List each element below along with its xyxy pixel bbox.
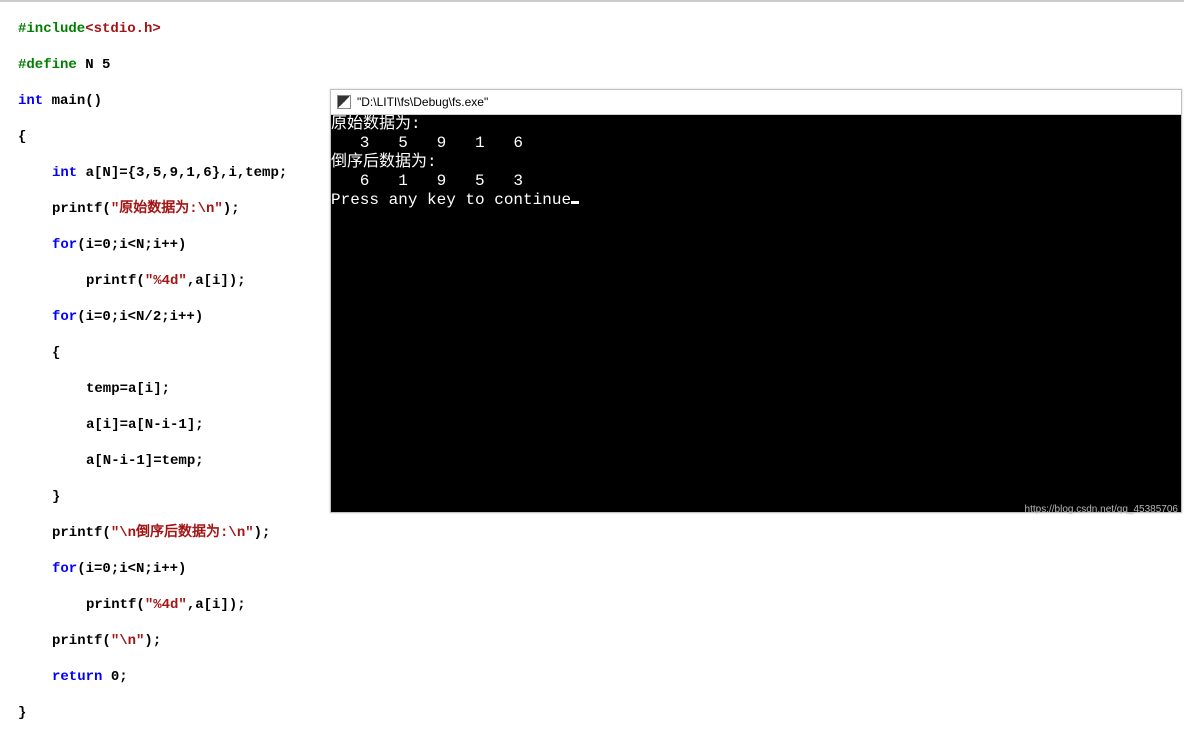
string: "%4d" <box>145 273 187 289</box>
keyword: return <box>52 669 102 685</box>
console-line: 3 5 9 1 6 <box>331 134 523 152</box>
keyword: for <box>52 309 77 325</box>
console-window[interactable]: "D:\LITI\fs\Debug\fs.exe" 原始数据为: 3 5 9 1… <box>330 89 1182 513</box>
keyword: for <box>52 561 77 577</box>
console-line: 倒序后数据为: <box>331 153 437 171</box>
string: "%4d" <box>145 597 187 613</box>
code-line: #include<stdio.h> <box>18 20 1184 38</box>
console-app-icon <box>337 95 351 109</box>
string: "\n" <box>111 633 145 649</box>
cursor-icon <box>571 201 579 204</box>
code-line: for(i=0;i<N;i++) <box>18 560 1184 578</box>
console-title: "D:\LITI\fs\Debug\fs.exe" <box>357 95 488 109</box>
keyword: for <box>52 237 77 253</box>
string: "原始数据为:\n" <box>111 201 223 217</box>
keyword: int <box>52 165 77 181</box>
watermark: https://blog.csdn.net/qq_45385706 <box>1025 504 1178 515</box>
code-line: #define N 5 <box>18 56 1184 74</box>
code-line: printf("\n倒序后数据为:\n"); <box>18 524 1184 542</box>
console-output[interactable]: 原始数据为: 3 5 9 1 6 倒序后数据为: 6 1 9 5 3 Press… <box>331 115 1181 512</box>
preproc: #include <box>18 21 85 37</box>
console-line: 原始数据为: <box>331 115 421 133</box>
string: "\n倒序后数据为:\n" <box>111 525 254 541</box>
code-line: printf("\n"); <box>18 632 1184 650</box>
code-line: printf("%4d",a[i]); <box>18 596 1184 614</box>
preproc: #define <box>18 57 77 73</box>
console-titlebar[interactable]: "D:\LITI\fs\Debug\fs.exe" <box>331 90 1181 115</box>
code-line: return 0; <box>18 668 1184 686</box>
console-line: 6 1 9 5 3 <box>331 172 523 190</box>
include-header: <stdio.h> <box>85 21 161 37</box>
console-line: Press any key to continue <box>331 191 571 209</box>
code-line: } <box>18 704 1184 722</box>
keyword: int <box>18 93 43 109</box>
